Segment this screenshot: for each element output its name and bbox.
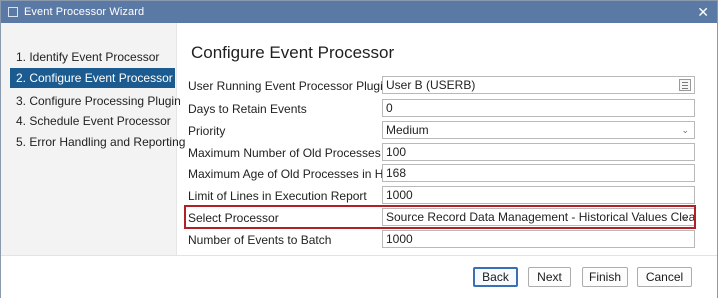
title-bar: Event Processor Wizard ✕ [1, 1, 717, 23]
priority-label: Priority [188, 124, 226, 138]
finish-button[interactable]: Finish [582, 267, 628, 287]
days-retain-input[interactable]: 0 [382, 99, 695, 117]
step-configure-event-processor[interactable]: 2. Configure Event Processor [10, 68, 175, 88]
days-retain-label: Days to Retain Events [188, 102, 307, 116]
close-icon[interactable]: ✕ [697, 3, 709, 21]
max-age-hours-label: Maximum Age of Old Processes in Hours [188, 167, 407, 181]
limit-lines-input[interactable]: 1000 [382, 186, 695, 204]
app-icon [8, 7, 18, 17]
page-title: Configure Event Processor [191, 43, 395, 62]
max-old-processes-input[interactable]: 100 [382, 143, 695, 161]
step-schedule-event-processor[interactable]: 4. Schedule Event Processor [10, 111, 175, 131]
wizard-window: Event Processor Wizard ✕ 1. Identify Eve… [0, 0, 718, 298]
step-error-handling-reporting[interactable]: 5. Error Handling and Reporting [10, 132, 185, 152]
user-running-field[interactable]: User B (USERB) [382, 76, 695, 94]
max-old-processes-label: Maximum Number of Old Processes [188, 146, 381, 160]
back-button[interactable]: Back [473, 267, 518, 287]
chevron-down-icon[interactable]: ⌄ [681, 122, 689, 138]
wizard-footer: Back Next Finish Cancel [1, 255, 717, 298]
step-configure-processing-plugin[interactable]: 3. Configure Processing Plugin [10, 91, 181, 111]
priority-select[interactable]: Medium ⌄ [382, 121, 695, 139]
lookup-icon[interactable] [679, 79, 691, 91]
limit-lines-label: Limit of Lines in Execution Report [188, 189, 367, 203]
user-running-label: User Running Event Processor Plugin [188, 79, 390, 93]
next-button[interactable]: Next [528, 267, 571, 287]
window-title: Event Processor Wizard [24, 6, 145, 18]
wizard-steps-sidebar: 1. Identify Event Processor 2. Configure… [1, 23, 185, 255]
events-to-batch-input[interactable]: 1000 [382, 230, 695, 248]
step-identify-event-processor[interactable]: 1. Identify Event Processor [10, 47, 175, 67]
events-to-batch-label: Number of Events to Batch [188, 233, 332, 247]
max-age-hours-input[interactable]: 168 [382, 164, 695, 182]
user-running-value: User B (USERB) [386, 78, 476, 92]
select-processor-highlight [184, 205, 696, 229]
priority-value: Medium [386, 123, 429, 137]
cancel-button[interactable]: Cancel [637, 267, 692, 287]
